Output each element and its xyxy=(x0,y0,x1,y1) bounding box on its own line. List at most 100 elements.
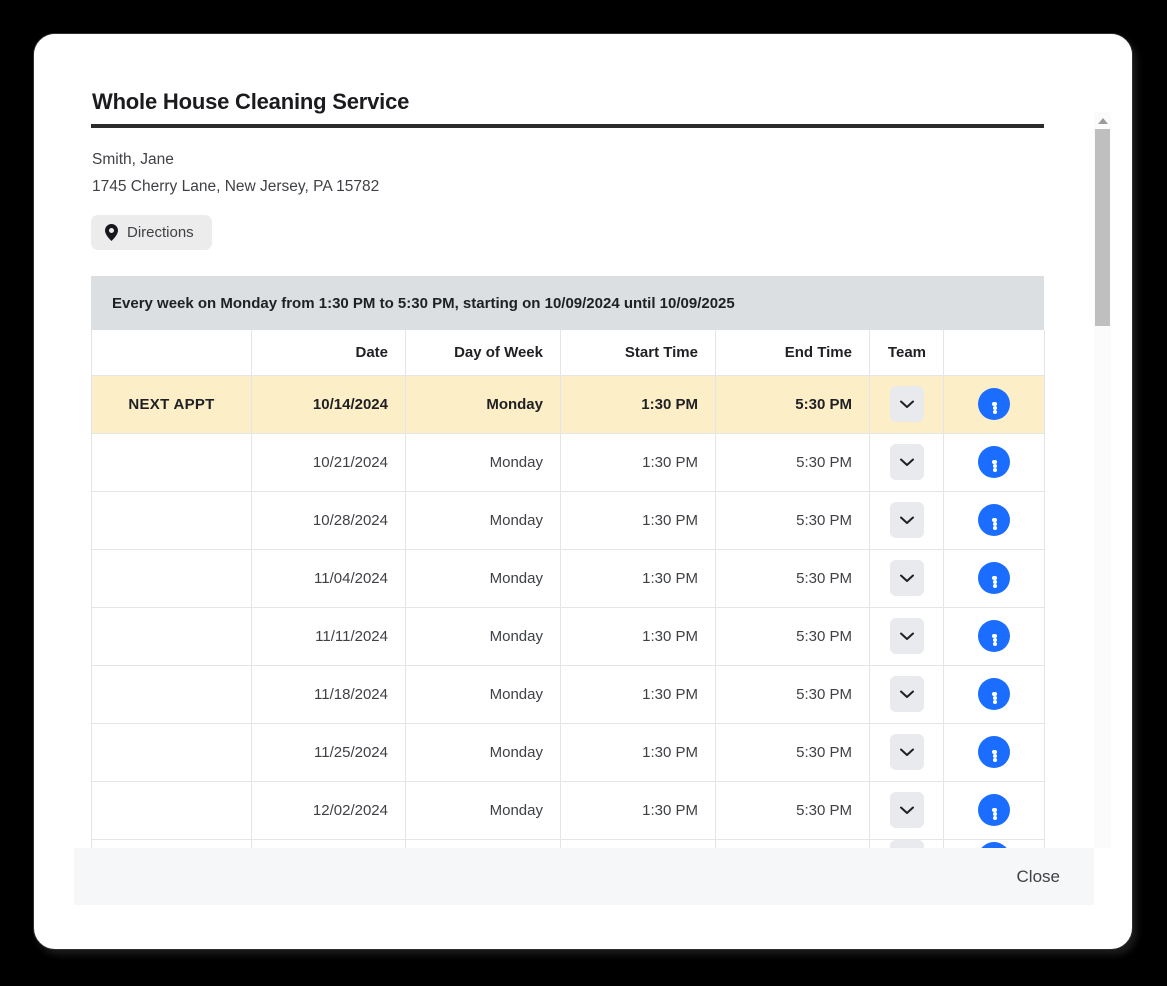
directions-label: Directions xyxy=(127,224,194,241)
scrollbar-thumb[interactable] xyxy=(1095,129,1110,326)
column-header-actions xyxy=(944,330,1045,375)
cell-day-of-week: Monday xyxy=(406,375,561,433)
cell-team xyxy=(870,723,944,781)
appointment-details-modal: Whole House Cleaning Service Smith, Jane… xyxy=(33,33,1133,950)
cell-actions xyxy=(944,607,1045,665)
row-actions-button[interactable] xyxy=(978,736,1010,768)
cell-start-time: 1:30 PM xyxy=(561,723,716,781)
table-row[interactable]: 11/04/2024Monday1:30 PM5:30 PM xyxy=(92,549,1045,607)
cell-day-of-week: Monday xyxy=(406,549,561,607)
chevron-down-icon xyxy=(900,632,914,641)
cell-team xyxy=(870,839,944,848)
ellipsis-icon xyxy=(992,750,996,754)
team-dropdown-button[interactable] xyxy=(890,676,924,712)
ellipsis-icon xyxy=(992,402,996,406)
cell-date xyxy=(252,839,406,848)
team-dropdown-button[interactable] xyxy=(890,618,924,654)
ellipsis-icon xyxy=(992,460,996,464)
cell-end-time: 5:30 PM xyxy=(716,781,870,839)
modal-content: Whole House Cleaning Service Smith, Jane… xyxy=(91,89,1046,848)
cell-label xyxy=(92,781,252,839)
table-row[interactable]: 10/28/2024Monday1:30 PM5:30 PM xyxy=(92,491,1045,549)
title-divider xyxy=(91,124,1044,128)
close-button[interactable]: Close xyxy=(1011,863,1066,891)
cell-end-time: 5:30 PM xyxy=(716,607,870,665)
ellipsis-icon xyxy=(992,576,996,580)
row-actions-button[interactable] xyxy=(978,794,1010,826)
cell-end-time: 5:30 PM xyxy=(716,491,870,549)
cell-date: 10/14/2024 xyxy=(252,375,406,433)
table-header-row: Date Day of Week Start Time End Time Tea… xyxy=(92,330,1045,375)
cell-start-time: 1:30 PM xyxy=(561,491,716,549)
cell-day-of-week xyxy=(406,839,561,848)
cell-start-time xyxy=(561,839,716,848)
directions-button[interactable]: Directions xyxy=(91,215,212,250)
cell-actions xyxy=(944,723,1045,781)
row-actions-button[interactable] xyxy=(978,678,1010,710)
cell-end-time xyxy=(716,839,870,848)
team-dropdown-button[interactable] xyxy=(890,444,924,480)
chevron-down-icon xyxy=(900,690,914,699)
row-actions-button[interactable] xyxy=(978,620,1010,652)
column-header-team: Team xyxy=(870,330,944,375)
team-dropdown-button[interactable] xyxy=(890,386,924,422)
cell-end-time: 5:30 PM xyxy=(716,433,870,491)
team-dropdown-button[interactable] xyxy=(890,560,924,596)
cell-start-time: 1:30 PM xyxy=(561,607,716,665)
modal-scroll-body[interactable]: Whole House Cleaning Service Smith, Jane… xyxy=(34,34,1133,848)
ellipsis-icon xyxy=(992,634,996,638)
table-row[interactable]: 12/02/2024Monday1:30 PM5:30 PM xyxy=(92,781,1045,839)
ellipsis-icon xyxy=(992,518,996,522)
cell-label xyxy=(92,839,252,848)
map-pin-icon xyxy=(105,224,118,241)
row-actions-button[interactable] xyxy=(978,388,1010,420)
team-dropdown-button[interactable] xyxy=(890,734,924,770)
cell-team xyxy=(870,491,944,549)
chevron-down-icon xyxy=(900,516,914,525)
table-row[interactable]: 11/18/2024Monday1:30 PM5:30 PM xyxy=(92,665,1045,723)
cell-day-of-week: Monday xyxy=(406,723,561,781)
customer-address: 1745 Cherry Lane, New Jersey, PA 15782 xyxy=(91,174,1046,201)
table-row[interactable]: 11/25/2024Monday1:30 PM5:30 PM xyxy=(92,723,1045,781)
ellipsis-icon xyxy=(992,692,996,696)
scroll-up-arrow-icon[interactable] xyxy=(1094,112,1111,129)
modal-footer: Close xyxy=(74,848,1094,905)
cell-start-time: 1:30 PM xyxy=(561,549,716,607)
table-row[interactable]: NEXT APPT10/14/2024Monday1:30 PM5:30 PM xyxy=(92,375,1045,433)
table-row[interactable]: 11/11/2024Monday1:30 PM5:30 PM xyxy=(92,607,1045,665)
cell-label xyxy=(92,607,252,665)
ellipsis-icon xyxy=(992,808,996,812)
cell-date: 12/02/2024 xyxy=(252,781,406,839)
cell-actions xyxy=(944,665,1045,723)
table-row[interactable]: 10/21/2024Monday1:30 PM5:30 PM xyxy=(92,433,1045,491)
table-row[interactable] xyxy=(92,839,1045,848)
cell-day-of-week: Monday xyxy=(406,433,561,491)
chevron-down-icon xyxy=(900,748,914,757)
row-actions-button[interactable] xyxy=(978,562,1010,594)
chevron-down-icon xyxy=(900,458,914,467)
cell-label xyxy=(92,723,252,781)
cell-date: 10/28/2024 xyxy=(252,491,406,549)
column-header-date: Date xyxy=(252,330,406,375)
chevron-down-icon xyxy=(900,574,914,583)
team-dropdown-button[interactable] xyxy=(890,502,924,538)
cell-start-time: 1:30 PM xyxy=(561,375,716,433)
cell-date: 11/04/2024 xyxy=(252,549,406,607)
team-dropdown-button[interactable] xyxy=(890,792,924,828)
scrollbar-track[interactable] xyxy=(1094,129,1111,848)
row-actions-button[interactable] xyxy=(978,446,1010,478)
team-dropdown-button[interactable] xyxy=(890,840,924,848)
cell-date: 11/25/2024 xyxy=(252,723,406,781)
appointments-table-body: NEXT APPT10/14/2024Monday1:30 PM5:30 PM1… xyxy=(92,375,1045,848)
column-header-day-of-week: Day of Week xyxy=(406,330,561,375)
recurrence-banner: Every week on Monday from 1:30 PM to 5:3… xyxy=(91,276,1044,330)
vertical-scrollbar[interactable] xyxy=(1094,112,1111,848)
cell-team xyxy=(870,433,944,491)
cell-day-of-week: Monday xyxy=(406,607,561,665)
cell-actions xyxy=(944,549,1045,607)
row-actions-button[interactable] xyxy=(978,504,1010,536)
appointments-table: Date Day of Week Start Time End Time Tea… xyxy=(91,330,1045,848)
cell-label xyxy=(92,433,252,491)
cell-end-time: 5:30 PM xyxy=(716,665,870,723)
cell-actions xyxy=(944,781,1045,839)
